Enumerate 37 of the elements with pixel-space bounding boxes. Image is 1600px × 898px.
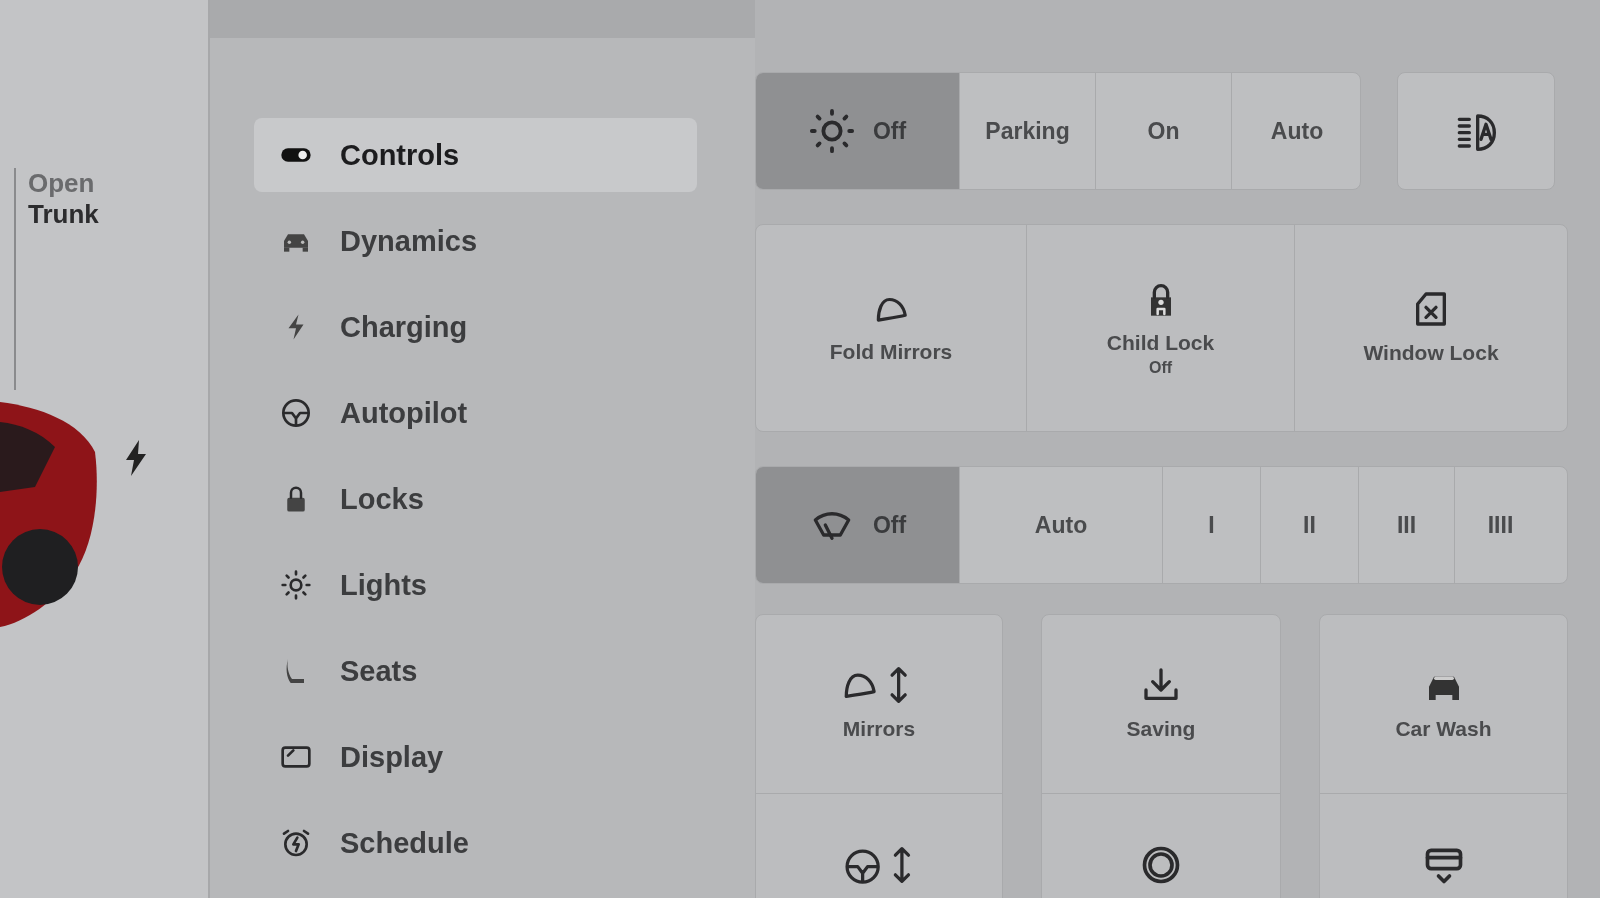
tile-label: Fold Mirrors	[829, 339, 953, 366]
nav-item[interactable]: Autopilot	[254, 376, 697, 450]
segment-button[interactable]: IIII	[1454, 467, 1546, 583]
nav-item[interactable]: Display	[254, 720, 697, 794]
segment-button[interactable]: Off	[756, 467, 959, 583]
control-tile[interactable]: Window Lock	[1295, 225, 1567, 431]
auto-high-beam-button[interactable]	[1397, 72, 1555, 190]
nav-item[interactable]: Schedule	[254, 806, 697, 880]
segment-button[interactable]: I	[1162, 467, 1260, 583]
nav-item[interactable]: Seats	[254, 634, 697, 708]
nav-item[interactable]: Dynamics	[254, 204, 697, 278]
nav-item[interactable]: Lights	[254, 548, 697, 622]
segment-button[interactable]: Auto	[1231, 73, 1360, 189]
light-icon	[280, 569, 312, 601]
trunk-label[interactable]: Trunk	[28, 199, 208, 230]
status-text: Off	[1148, 358, 1173, 377]
segment-button[interactable]: Auto	[959, 467, 1162, 583]
segment-button[interactable]: III	[1358, 467, 1454, 583]
tile-label: Child Lock	[1106, 330, 1215, 357]
tile-label: Saving	[1126, 716, 1196, 743]
trunk-action[interactable]: Open	[28, 168, 208, 199]
tile-label: Car Wash	[1395, 716, 1492, 743]
segment-button[interactable]: Parking	[959, 73, 1095, 189]
tile-label: Mirrors	[842, 716, 916, 743]
segment-button[interactable]: Off	[756, 73, 959, 189]
light-icon	[808, 108, 855, 154]
nav-item[interactable]: Locks	[254, 462, 697, 536]
nav-item[interactable]: Charging	[254, 290, 697, 364]
control-tile[interactable]: Fold Mirrors	[756, 225, 1026, 431]
nav-item[interactable]: Controls	[254, 118, 697, 192]
segment-button[interactable]: II	[1260, 467, 1358, 583]
alarm-clock-icon	[280, 827, 312, 859]
segment-button[interactable]: On	[1095, 73, 1231, 189]
control-tile[interactable]: Child Lock Off	[1027, 225, 1294, 431]
steering-wheel-icon	[280, 397, 312, 429]
lightning-icon	[124, 440, 148, 476]
tile-label: Window Lock	[1363, 340, 1499, 367]
